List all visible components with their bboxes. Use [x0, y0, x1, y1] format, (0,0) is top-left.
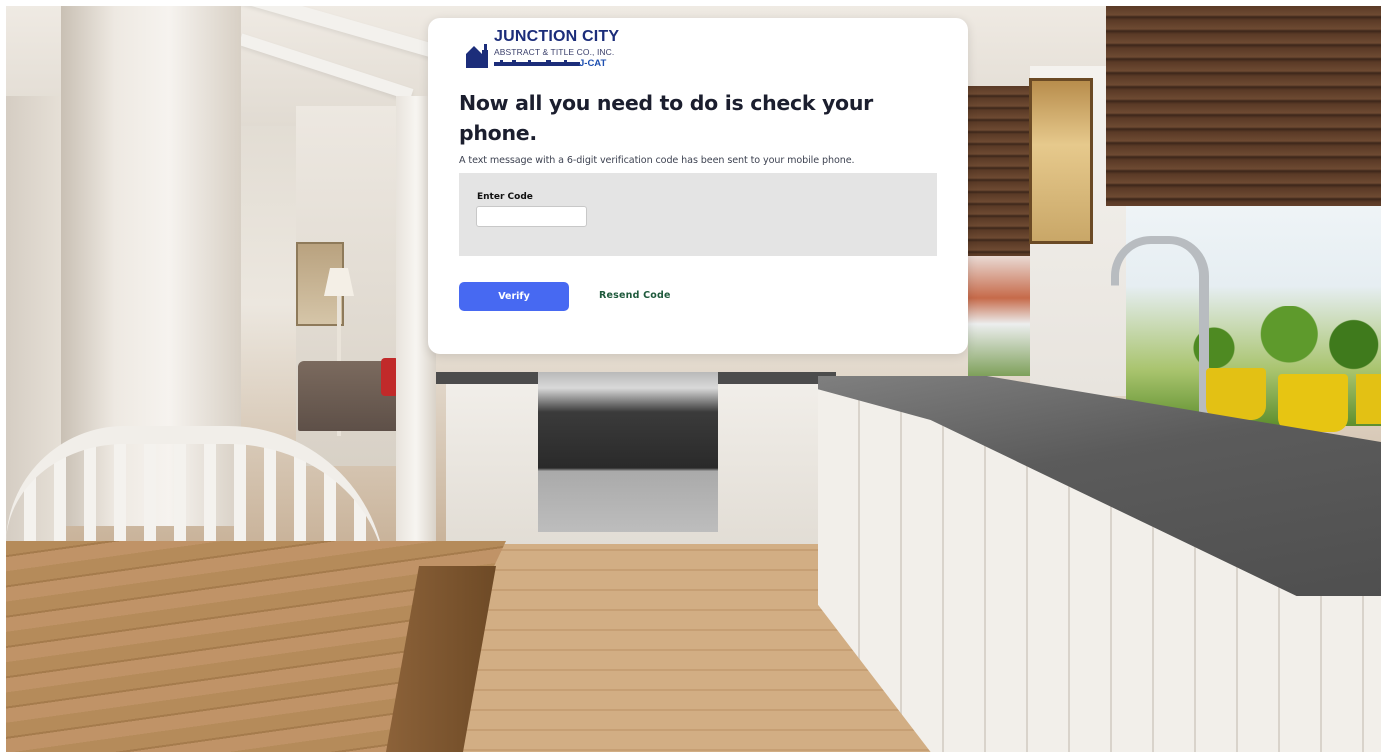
flower-pot [1356, 374, 1381, 424]
company-logo: JUNCTION CITY ABSTRACT & TITLE CO., INC.… [464, 28, 624, 74]
window-blinds [1106, 6, 1381, 206]
instruction-text: A text message with a 6-digit verificati… [459, 155, 855, 166]
logo-title: JUNCTION CITY [494, 28, 620, 45]
window-blinds [968, 86, 1030, 256]
code-entry-panel: Enter Code [459, 173, 937, 256]
flower-pot [1206, 368, 1266, 420]
code-label: Enter Code [477, 192, 533, 202]
page-title: Now all you need to do is check your pho… [459, 91, 873, 145]
verify-button[interactable]: Verify [459, 282, 569, 311]
window [968, 246, 1030, 376]
oven [538, 372, 718, 532]
logo-tagline: J-CAT [579, 58, 607, 69]
wall-poster [1029, 78, 1093, 244]
house-skyline-icon [466, 44, 488, 68]
verification-card: JUNCTION CITY ABSTRACT & TITLE CO., INC.… [428, 18, 968, 354]
resend-code-link[interactable]: Resend Code [599, 290, 671, 301]
flower-pot [1278, 374, 1348, 432]
logo-subtitle: ABSTRACT & TITLE CO., INC. [494, 47, 615, 57]
city-skyline-icon [494, 60, 580, 66]
verification-code-input[interactable] [476, 206, 587, 227]
